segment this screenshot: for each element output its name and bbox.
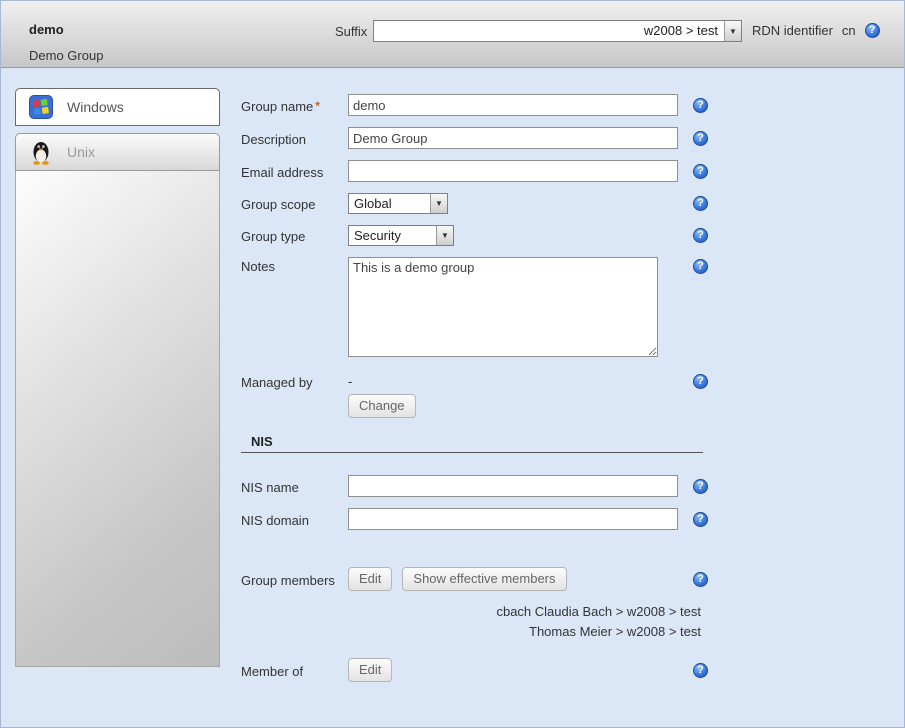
member-of-edit-button[interactable]: Edit	[348, 658, 392, 682]
group-members-edit-button[interactable]: Edit	[348, 567, 392, 591]
help-icon[interactable]: ?	[693, 259, 708, 274]
rdn-identifier-group: RDN identifier cn ?	[752, 23, 880, 38]
group-name-row: Group name* ?	[241, 94, 741, 116]
group-scope-value: Global	[349, 194, 430, 213]
description-input[interactable]	[348, 127, 678, 149]
tab-unix-label: Unix	[67, 144, 95, 160]
nis-section-header: NIS	[241, 434, 703, 453]
group-type-select[interactable]: Security ▼	[348, 225, 454, 246]
managed-by-row: Managed by - ?	[241, 373, 741, 390]
help-icon[interactable]: ?	[693, 98, 708, 113]
nis-domain-row: NIS domain ?	[241, 508, 741, 530]
group-type-value: Security	[349, 226, 436, 245]
page-title: demo	[29, 22, 64, 37]
windows-logo-icon	[29, 94, 53, 120]
help-icon[interactable]: ?	[693, 196, 708, 211]
managed-by-value: -	[348, 374, 352, 389]
nis-domain-input[interactable]	[348, 508, 678, 530]
suffix-label: Suffix	[335, 24, 367, 39]
change-button[interactable]: Change	[348, 394, 416, 418]
notes-row: Notes This is a demo group ?	[241, 257, 741, 357]
group-name-input[interactable]	[348, 94, 678, 116]
email-label: Email address	[241, 163, 348, 180]
sidebar-panel	[15, 171, 220, 667]
description-label: Description	[241, 130, 348, 147]
group-members-label: Group members	[241, 571, 348, 588]
group-scope-select[interactable]: Global ▼	[348, 193, 448, 214]
suffix-select[interactable]: w2008 > test ▼	[373, 20, 742, 42]
nis-name-row: NIS name ?	[241, 475, 741, 497]
main-area: Windows Unix	[1, 68, 904, 728]
group-name-label: Group name*	[241, 97, 348, 114]
help-icon[interactable]: ?	[693, 131, 708, 146]
nis-name-label: NIS name	[241, 478, 348, 495]
managed-by-change-row: Change	[241, 394, 741, 418]
sidebar: Windows Unix	[15, 88, 220, 667]
group-members-list: cbach Claudia Bach > w2008 > test Thomas…	[241, 602, 701, 642]
tab-windows[interactable]: Windows	[15, 88, 220, 126]
nis-domain-label: NIS domain	[241, 511, 348, 528]
notes-textarea[interactable]: This is a demo group	[348, 257, 658, 357]
chevron-down-icon: ▼	[724, 21, 741, 41]
member-item: Thomas Meier > w2008 > test	[241, 622, 701, 642]
required-marker: *	[315, 99, 320, 113]
help-icon[interactable]: ?	[693, 572, 708, 587]
rdn-value: cn	[842, 23, 856, 38]
description-row: Description ?	[241, 127, 741, 149]
page-subtitle: Demo Group	[29, 48, 103, 63]
group-edit-window: demo Demo Group Suffix w2008 > test ▼ RD…	[0, 0, 905, 728]
group-type-row: Group type Security ▼ ?	[241, 225, 741, 246]
group-members-row: Group members Edit Show effective member…	[241, 567, 741, 591]
tab-windows-label: Windows	[67, 99, 124, 115]
tab-unix[interactable]: Unix	[15, 133, 220, 171]
help-icon[interactable]: ?	[693, 663, 708, 678]
nis-name-input[interactable]	[348, 475, 678, 497]
help-icon[interactable]: ?	[693, 479, 708, 494]
member-of-label: Member of	[241, 662, 348, 679]
chevron-down-icon: ▼	[430, 194, 447, 213]
member-of-row: Member of Edit ?	[241, 658, 741, 682]
group-scope-row: Group scope Global ▼ ?	[241, 193, 741, 214]
rdn-label: RDN identifier	[752, 23, 833, 38]
group-type-label: Group type	[241, 227, 348, 244]
title-bar: demo Demo Group Suffix w2008 > test ▼ RD…	[1, 1, 904, 68]
tux-penguin-icon	[29, 139, 53, 165]
managed-by-label: Managed by	[241, 373, 348, 390]
group-scope-label: Group scope	[241, 195, 348, 212]
help-icon[interactable]: ?	[693, 164, 708, 179]
help-icon[interactable]: ?	[693, 374, 708, 389]
email-input[interactable]	[348, 160, 678, 182]
notes-label: Notes	[241, 257, 348, 274]
member-item: cbach Claudia Bach > w2008 > test	[241, 602, 701, 622]
help-icon[interactable]: ?	[693, 228, 708, 243]
email-row: Email address ?	[241, 160, 741, 182]
chevron-down-icon: ▼	[436, 226, 453, 245]
suffix-select-value: w2008 > test	[374, 21, 724, 41]
help-icon[interactable]: ?	[865, 23, 880, 38]
form-panel: Group name* ? Description ? Email addres…	[241, 68, 741, 682]
help-icon[interactable]: ?	[693, 512, 708, 527]
show-effective-members-button[interactable]: Show effective members	[402, 567, 566, 591]
